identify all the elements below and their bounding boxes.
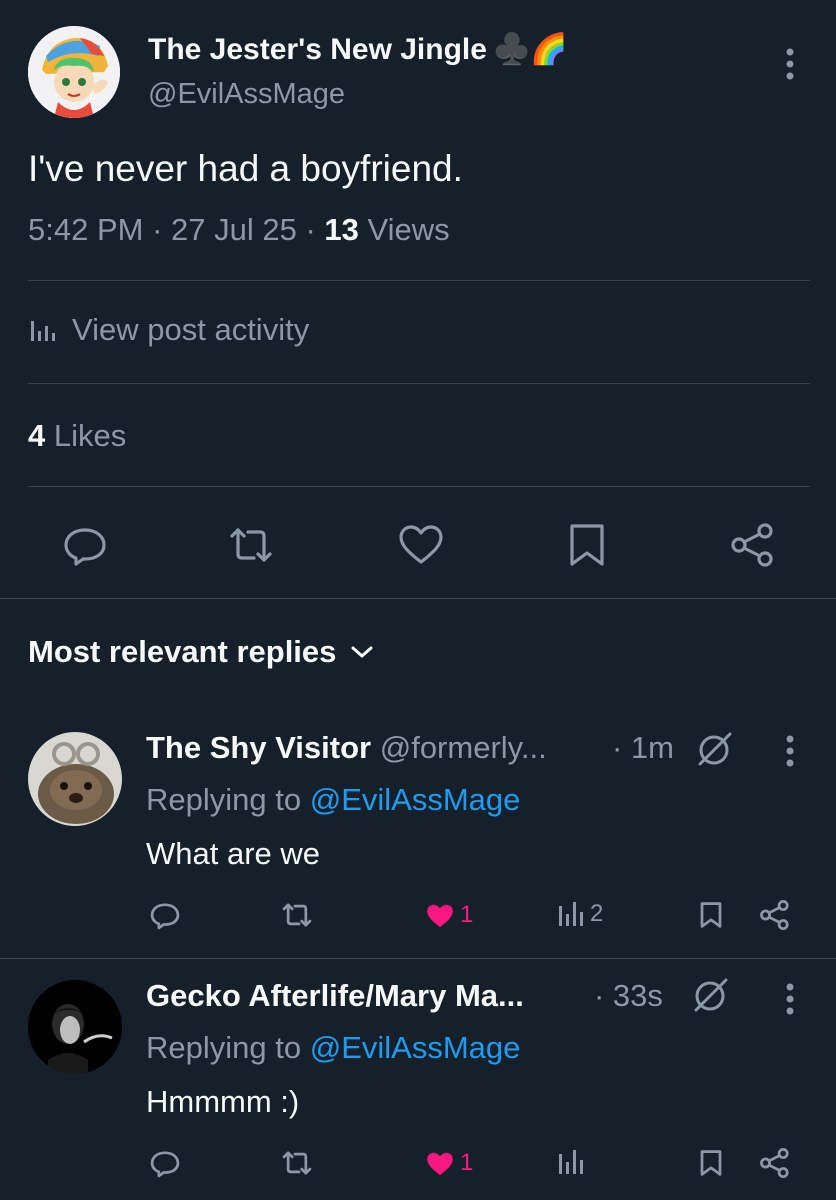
repost-icon[interactable] (280, 898, 314, 932)
share-icon[interactable] (758, 898, 792, 932)
post-text: I've never had a boyfriend. (28, 148, 463, 189)
reply-avatar[interactable] (28, 980, 122, 1074)
reply-handle: @formerly... (379, 730, 547, 765)
reply-author[interactable]: Gecko Afterlife/Mary Ma... (146, 978, 524, 1014)
author-display-name[interactable]: The Jester's New Jingle ♣️🌈 (148, 32, 568, 67)
reply-display-name: Gecko Afterlife/Mary Ma... (146, 978, 524, 1013)
replying-to-handle[interactable]: @EvilAssMage (310, 1030, 521, 1065)
more-options-icon[interactable] (778, 733, 802, 769)
like-filled-icon (424, 1148, 456, 1178)
reply-time: · 33s (594, 978, 663, 1013)
like-count: 1 (460, 1149, 474, 1176)
repost-icon[interactable] (226, 520, 276, 570)
analytics-icon (28, 317, 58, 343)
share-icon[interactable] (728, 520, 778, 570)
replies-sort-dropdown[interactable]: Most relevant replies (28, 634, 374, 670)
author-avatar[interactable] (28, 26, 120, 118)
name-emojis: ♣️🌈 (492, 33, 568, 66)
repost-icon[interactable] (280, 1146, 314, 1180)
replying-to: Replying to @EvilAssMage (146, 1030, 520, 1066)
views-label: Views (367, 212, 450, 247)
replies-sort-label: Most relevant replies (28, 634, 337, 669)
chevron-down-icon (350, 644, 374, 660)
like-filled-icon (424, 900, 456, 930)
reply-author[interactable]: The Shy Visitor @formerly... (146, 730, 547, 766)
reply-time: · 1m (612, 730, 674, 765)
analytics-icon (556, 900, 586, 928)
views-count: 2 (590, 900, 604, 927)
replying-prefix: Replying to (146, 782, 302, 817)
views-count: 13 (324, 212, 359, 247)
author-name-text: The Jester's New Jingle (148, 33, 487, 66)
divider (0, 598, 836, 599)
reply-icon[interactable] (60, 520, 110, 570)
like-count: 1 (460, 901, 474, 928)
replying-to: Replying to @EvilAssMage (146, 782, 520, 818)
likes-count: 4 (28, 418, 46, 453)
bookmark-icon[interactable] (696, 898, 726, 932)
views-button[interactable]: 2 (556, 900, 603, 928)
reply-avatar[interactable] (28, 732, 122, 826)
like-button[interactable]: 1 (424, 900, 473, 930)
more-options-icon[interactable] (778, 981, 802, 1017)
likes-label: Likes (53, 418, 127, 453)
post-time: 5:42 PM (28, 212, 144, 247)
reply-icon[interactable] (148, 1146, 182, 1180)
divider (28, 383, 810, 384)
divider (28, 486, 810, 487)
likes-summary[interactable]: 4 Likes (28, 418, 126, 454)
author-handle[interactable]: @EvilAssMage (148, 78, 345, 111)
bookmark-icon[interactable] (696, 1146, 726, 1180)
like-button[interactable]: 1 (424, 1148, 473, 1178)
grok-icon[interactable] (690, 976, 730, 1016)
analytics-icon (556, 1148, 586, 1176)
reply-text: Hmmmm :) (146, 1084, 300, 1119)
views-button[interactable] (556, 1148, 586, 1176)
divider (0, 958, 836, 959)
replying-prefix: Replying to (146, 1030, 302, 1065)
view-post-activity-label: View post activity (72, 312, 310, 347)
view-post-activity-link[interactable]: View post activity (28, 312, 309, 348)
like-icon[interactable] (396, 520, 446, 570)
replying-to-handle[interactable]: @EvilAssMage (310, 782, 521, 817)
post-date: 27 Jul 25 (171, 212, 297, 247)
divider (28, 280, 810, 281)
bookmark-icon[interactable] (562, 520, 612, 570)
more-options-icon[interactable] (778, 46, 802, 82)
reply-icon[interactable] (148, 898, 182, 932)
share-icon[interactable] (758, 1146, 792, 1180)
reply-text: What are we (146, 836, 321, 871)
reply-display-name: The Shy Visitor (146, 730, 372, 765)
grok-icon[interactable] (694, 730, 734, 770)
post-metadata: 5:42 PM · 27 Jul 25 · 13 Views (28, 212, 450, 247)
